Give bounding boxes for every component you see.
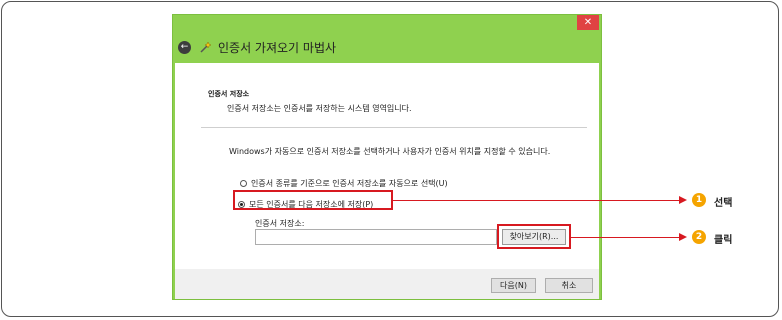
wizard-title: 인증서 가져오기 마법사 [218, 41, 337, 55]
section-title: 인증서 저장소 [208, 90, 250, 98]
divider [201, 127, 587, 128]
radio-button[interactable] [240, 180, 247, 187]
store-label: 인증서 저장소: [255, 219, 305, 228]
callout-number-badge: 1 [692, 193, 706, 207]
cancel-button[interactable]: 취소 [545, 278, 593, 293]
back-arrow-icon[interactable]: ← [178, 41, 191, 54]
certificate-wizard-icon [200, 41, 212, 53]
wizard-footer: 다음(N) 취소 [175, 269, 599, 299]
next-button[interactable]: 다음(N) [491, 278, 536, 293]
callout-arrow-head-2 [679, 233, 687, 241]
callout-text: 클릭 [714, 235, 733, 246]
callout-arrow-line-2 [571, 237, 681, 238]
highlight-box-option [233, 190, 393, 210]
instruction-text: Windows가 자동으로 인증서 저장소를 선택하거나 사용자가 인증서 위치… [229, 147, 551, 156]
auto-select-store-option[interactable]: 인증서 종류를 기준으로 인증서 저장소를 자동으로 선택(U) [240, 178, 448, 189]
callout-number-badge: 2 [692, 230, 706, 244]
callout-arrow-line-1 [393, 200, 681, 201]
callout-arrow-head-1 [679, 196, 687, 204]
close-icon[interactable]: ✕ [577, 15, 599, 30]
callout-text: 선택 [714, 198, 733, 209]
option-label: 인증서 종류를 기준으로 인증서 저장소를 자동으로 선택(U) [251, 179, 448, 188]
highlight-box-browse [497, 224, 571, 249]
certificate-import-wizard-window: ✕ ← 인증서 가져오기 마법사 인증서 저장소 인증서 저장소는 인증서를 저… [172, 14, 602, 300]
store-input[interactable] [255, 229, 497, 245]
section-description: 인증서 저장소는 인증서를 저장하는 시스템 영역입니다. [227, 104, 412, 113]
